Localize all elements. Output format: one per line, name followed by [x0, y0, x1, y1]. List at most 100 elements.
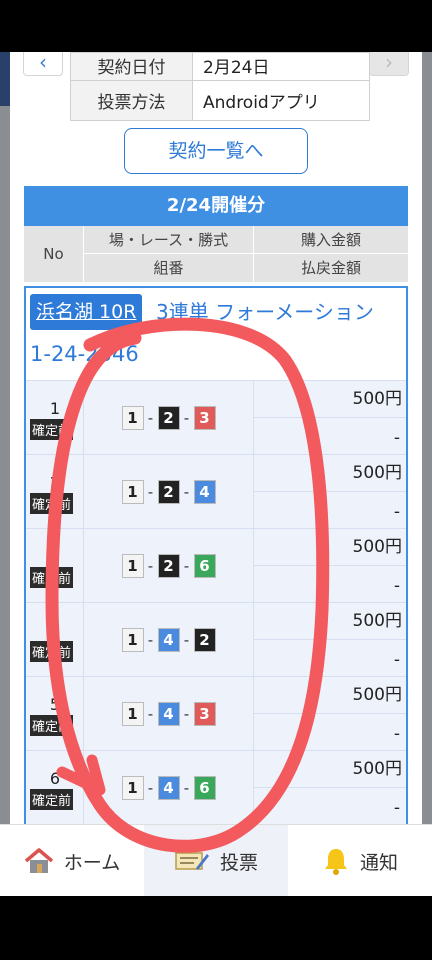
boat-number: 1	[121, 702, 144, 726]
row-no-cell: 6 確定前	[26, 751, 84, 824]
boat-number: 2	[157, 406, 180, 430]
status-badge: 確定前	[30, 789, 74, 810]
col-payout: 払戻金額	[300, 259, 361, 277]
row-combo: 1 - 4 - 3	[84, 677, 254, 751]
tab-home[interactable]: ホーム	[0, 825, 144, 897]
tab-notice[interactable]: 通知	[288, 825, 432, 897]
purchase-amount: 500円	[254, 455, 406, 492]
separator: -	[183, 483, 190, 501]
separator: -	[147, 557, 154, 575]
row-no-cell: 1 確定前	[26, 381, 84, 455]
boat-number: 1	[121, 406, 144, 430]
boat-number: 4	[157, 628, 180, 652]
payout-amount: -	[393, 576, 400, 596]
tab-vote[interactable]: 投票	[144, 825, 288, 897]
row-no-cell: 5 確定前	[26, 677, 84, 751]
row-number: 1	[49, 399, 61, 418]
combination-summary: 1-24-2346	[30, 342, 139, 366]
separator: -	[183, 705, 190, 723]
table-row: 6 確定前 1 - 4 - 6 500円 -	[26, 750, 406, 824]
next-button[interactable]: ›	[369, 52, 409, 76]
table-row: 5 確定前 1 - 4 - 3 500円 -	[26, 676, 406, 751]
status-badge: 確定前	[30, 715, 74, 736]
purchase-amount: 500円	[254, 751, 406, 788]
separator: -	[183, 631, 190, 649]
background-edge	[0, 52, 10, 106]
system-nav-area	[0, 896, 432, 960]
boat-number: 1	[121, 554, 144, 578]
boat-number: 4	[157, 776, 180, 800]
contract-list-button[interactable]: 契約一覧へ	[124, 128, 308, 174]
table-row: 1 確定前 1 - 2 - 3 500円 -	[26, 380, 406, 455]
col-combo: 組番	[84, 254, 254, 282]
row-number: 3	[49, 547, 61, 566]
payout-amount: -	[393, 428, 400, 448]
separator: -	[147, 483, 154, 501]
ticket-icon	[175, 852, 209, 870]
row-combo: 1 - 2 - 6	[84, 529, 254, 603]
purchase-amount: 500円	[254, 603, 406, 640]
status-bar	[0, 0, 432, 52]
table-row: 3 確定前 1 - 2 - 6 500円 -	[26, 528, 406, 603]
row-number: 6	[49, 769, 61, 788]
bet-type: 3連単 フォーメーション	[156, 300, 374, 324]
contract-date-value: 2月24日	[192, 52, 370, 81]
payout-amount: -	[393, 502, 400, 522]
col-no: No	[24, 226, 84, 282]
separator: -	[147, 409, 154, 427]
row-no-cell: 4 確定前	[26, 603, 84, 677]
purchase-amount: 500円	[254, 677, 406, 714]
home-icon	[24, 848, 53, 873]
row-combo: 1 - 4 - 6	[84, 751, 254, 824]
contract-date-label: 契約日付	[70, 52, 193, 81]
race-link[interactable]: 浜名湖 10R	[30, 294, 143, 330]
status-badge: 確定前	[30, 567, 74, 588]
separator: -	[147, 705, 154, 723]
app-screen: ‹ › 契約日付 2月24日 投票方法 Androidアプリ 契約一覧へ 2/2…	[0, 52, 432, 824]
boat-number: 3	[193, 406, 216, 430]
col-venue: 場・レース・勝式	[84, 226, 254, 254]
status-badge: 確定前	[30, 419, 74, 440]
boat-number: 1	[121, 776, 144, 800]
tab-vote-label: 投票	[219, 851, 258, 874]
boat-number: 4	[193, 480, 216, 504]
boat-number: 2	[157, 480, 180, 504]
row-combo: 1 - 4 - 2	[84, 603, 254, 677]
tab-home-label: ホーム	[63, 851, 121, 874]
ticket-box: 浜名湖 10R 3連単 フォーメーション 1-24-2346 1 確定前 1 -…	[24, 286, 408, 824]
separator: -	[183, 409, 190, 427]
row-number: 2	[49, 473, 61, 492]
row-number: 5	[49, 695, 61, 714]
separator: -	[147, 631, 154, 649]
bottom-tab-bar: ホーム 投票 通知	[0, 824, 432, 897]
table-row: 4 確定前 1 - 4 - 2 500円 -	[26, 602, 406, 677]
prev-button[interactable]: ‹	[23, 52, 63, 76]
purchase-amount: 500円	[254, 381, 406, 418]
boat-number: 6	[193, 776, 216, 800]
row-combo: 1 - 2 - 4	[84, 455, 254, 529]
row-number: 4	[49, 621, 61, 640]
payout-amount: -	[393, 724, 400, 744]
boat-number: 1	[121, 480, 144, 504]
column-header: No 場・レース・勝式 組番 購入金額 払戻金額	[24, 226, 408, 282]
separator: -	[183, 557, 190, 575]
contract-detail-card: ‹ › 契約日付 2月24日 投票方法 Androidアプリ 契約一覧へ 2/2…	[10, 52, 422, 824]
table-row: 2 確定前 1 - 2 - 4 500円 -	[26, 454, 406, 529]
vote-method-value: Androidアプリ	[192, 80, 370, 121]
boat-number: 1	[121, 628, 144, 652]
boat-number: 4	[157, 702, 180, 726]
day-header: 2/24開催分	[24, 186, 408, 226]
vote-method-label: 投票方法	[70, 80, 193, 121]
boat-number: 6	[193, 554, 216, 578]
payout-amount: -	[393, 798, 400, 818]
row-combo: 1 - 2 - 3	[84, 381, 254, 455]
bell-icon	[324, 849, 347, 875]
status-badge: 確定前	[30, 493, 74, 514]
payout-amount: -	[393, 650, 400, 670]
row-no-cell: 2 確定前	[26, 455, 84, 529]
boat-number: 2	[157, 554, 180, 578]
separator: -	[147, 779, 154, 797]
purchase-amount: 500円	[254, 529, 406, 566]
col-purchase: 購入金額	[254, 226, 408, 254]
separator: -	[183, 779, 190, 797]
